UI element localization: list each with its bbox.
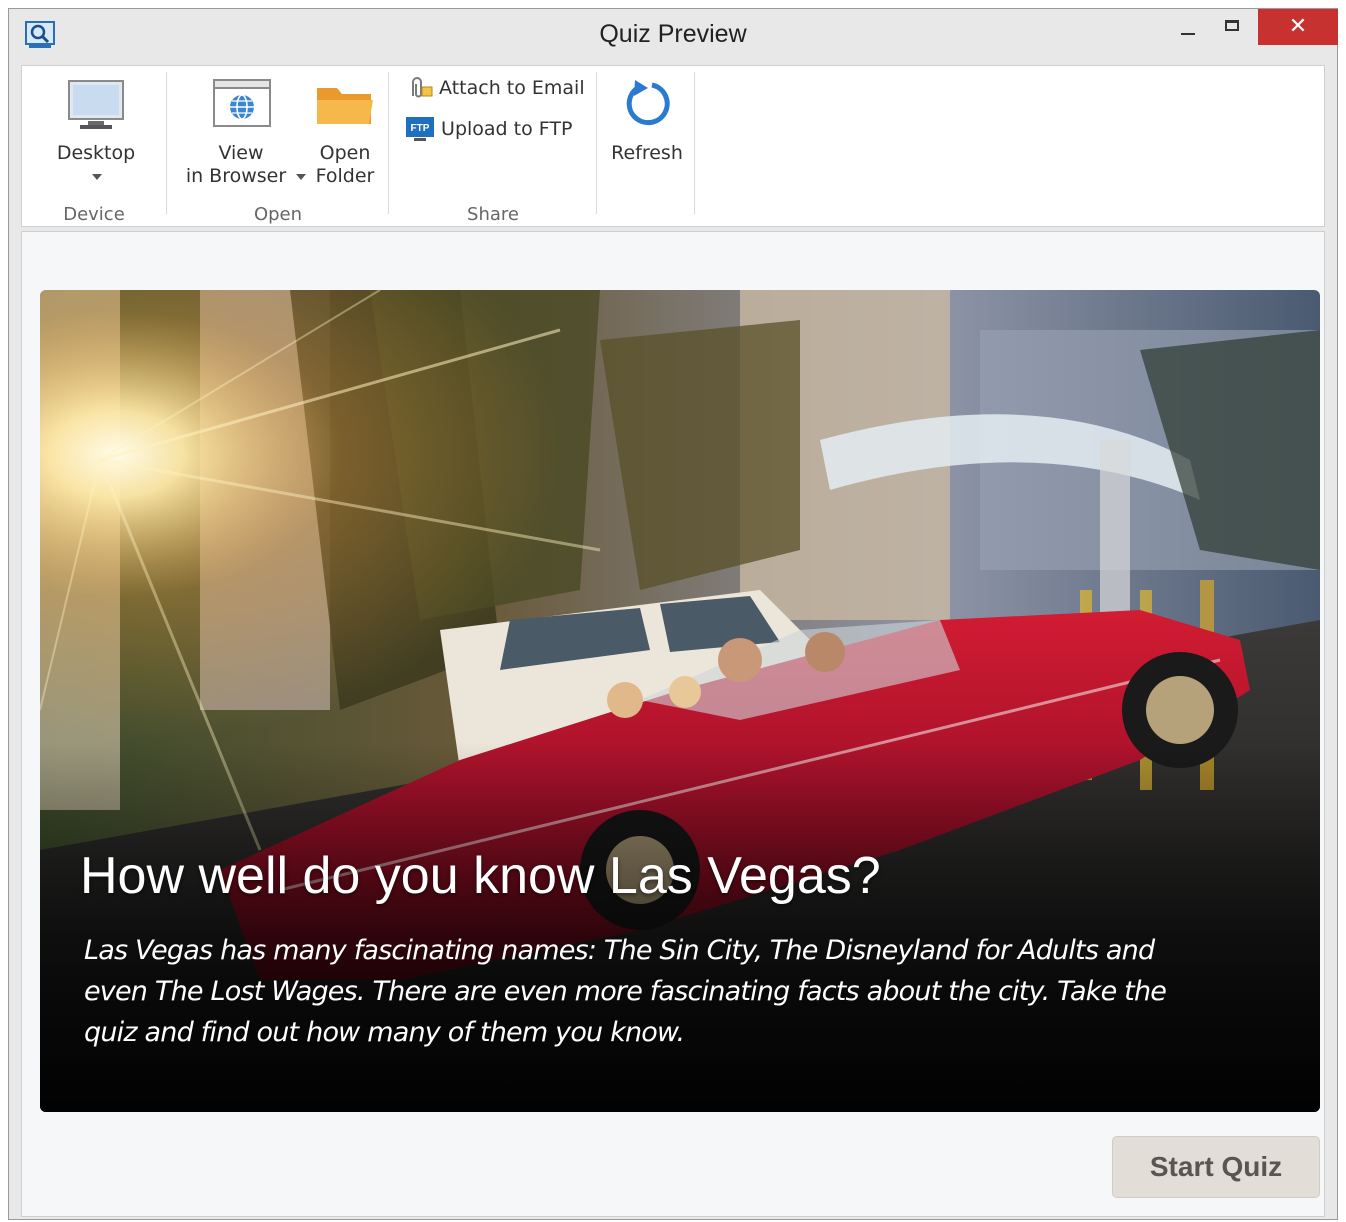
desktop-monitor-icon <box>68 80 124 129</box>
folder-label-line2: Folder <box>315 165 375 187</box>
refresh-icon <box>626 80 670 126</box>
folder-label-line1: Open <box>319 142 371 164</box>
chevron-down-icon <box>296 174 306 180</box>
group-label-open: Open <box>253 204 303 225</box>
open-folder-button[interactable]: Open Folder <box>309 74 381 187</box>
ftp-icon: FTP <box>406 117 434 141</box>
upload-to-ftp-button[interactable]: FTP Upload to FTP <box>405 116 572 142</box>
chevron-down-icon <box>92 174 102 180</box>
ftp-badge: FTP <box>411 123 430 134</box>
group-device: Desktop Device <box>22 66 166 228</box>
minimize-button[interactable] <box>1167 9 1207 45</box>
quiz-description: Las Vegas has many fascinating names: Th… <box>84 935 1167 1048</box>
group-label-share: Share <box>467 204 519 225</box>
title-bar: Quiz Preview ✕ <box>9 9 1338 63</box>
quiz-title: How well do you know Las Vegas? <box>80 847 881 905</box>
maximize-button[interactable] <box>1213 9 1253 45</box>
group-open: View in Browser Open Folder Open <box>167 66 389 228</box>
quiz-intro-card: How well do you know Las Vegas? Las Vega… <box>40 290 1320 1112</box>
desktop-button[interactable]: Desktop <box>38 74 154 184</box>
refresh-button[interactable]: Refresh <box>605 74 689 170</box>
ribbon-divider <box>694 72 695 214</box>
paperclip-icon <box>412 77 433 98</box>
refresh-label: Refresh <box>611 142 683 164</box>
group-refresh: Refresh <box>597 66 695 228</box>
start-quiz-button[interactable]: Start Quiz <box>1112 1136 1320 1198</box>
ribbon-toolbar: Desktop Device View in Browser Open Fold… <box>21 65 1325 227</box>
view-in-browser-button[interactable]: View in Browser <box>179 74 306 187</box>
quiz-preview-area: How well do you know Las Vegas? Las Vega… <box>21 231 1325 1217</box>
attach-to-email-label: Attach to Email <box>439 77 585 99</box>
folder-icon <box>317 88 373 124</box>
upload-to-ftp-label: Upload to FTP <box>441 118 573 140</box>
browser-globe-icon <box>213 79 271 127</box>
quiz-preview-window: Quiz Preview ✕ Desktop Device View in Br… <box>8 8 1338 1220</box>
attach-to-email-button[interactable]: Attach to Email <box>405 76 585 100</box>
view-label-line2: in Browser <box>185 165 287 187</box>
group-share: Attach to Email FTP Upload to FTP Share <box>389 66 597 228</box>
window-title: Quiz Preview <box>599 20 747 48</box>
close-button[interactable]: ✕ <box>1258 9 1338 45</box>
view-label-line1: View <box>218 142 264 164</box>
desktop-label: Desktop <box>56 142 136 164</box>
group-label-device: Device <box>63 204 125 225</box>
